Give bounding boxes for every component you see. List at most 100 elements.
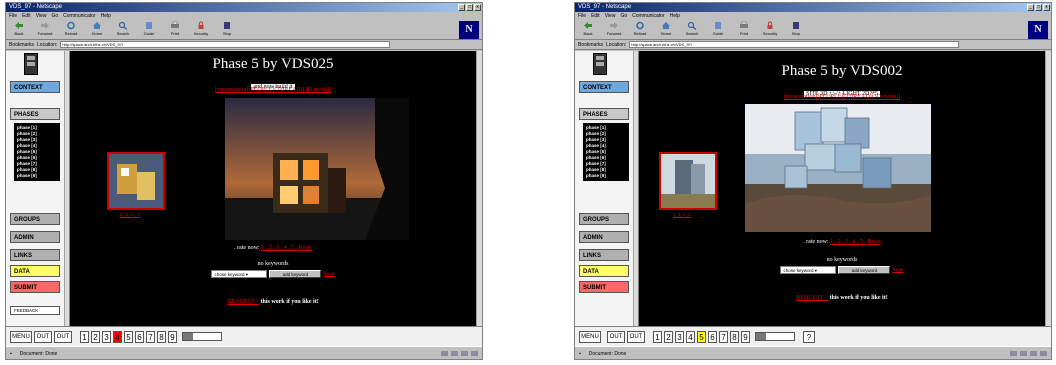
phase-number-9[interactable]: 9	[168, 330, 177, 343]
nav-links[interactable]: LINKS	[10, 249, 60, 261]
status-icon-2[interactable]	[451, 351, 458, 356]
menu-view[interactable]: View	[605, 12, 616, 20]
keyword-reset-link[interactable]: Reset	[323, 272, 334, 277]
phase-number-5[interactable]: 5	[697, 330, 706, 343]
phase-number-7[interactable]: 7	[146, 330, 155, 343]
menu-help[interactable]: Help	[101, 12, 111, 20]
security-button[interactable]: Security	[191, 21, 211, 39]
status-icon-1[interactable]	[1010, 351, 1017, 356]
request-link[interactable]: REQUEST >	[227, 299, 259, 305]
stop-button[interactable]: Stop	[786, 21, 806, 39]
nav-data[interactable]: DATA	[10, 265, 60, 277]
close-icon[interactable]: x	[1043, 4, 1050, 11]
print-button[interactable]: Print	[734, 21, 754, 39]
section-links[interactable]: [presentation][PEOPLE][THREAD][3D-model]	[70, 87, 476, 93]
phase-number-2[interactable]: 2	[91, 330, 100, 343]
nav-submit[interactable]: SUBMIT	[10, 281, 60, 293]
phase-number-8[interactable]: 8	[730, 330, 739, 343]
phase-number-4[interactable]: 4	[113, 330, 122, 343]
status-icon-4[interactable]	[1040, 351, 1047, 356]
out-button-1[interactable]: OUT	[607, 330, 625, 343]
home-button[interactable]: Home	[656, 21, 676, 39]
bookmarks-button[interactable]: Bookmarks	[578, 42, 603, 48]
help-button[interactable]: ?	[803, 330, 815, 343]
menu-edit[interactable]: Edit	[591, 12, 600, 20]
menu-go[interactable]: Go	[620, 12, 627, 20]
menu-communicator[interactable]: Communicator	[632, 12, 665, 20]
forward-button[interactable]: Forward	[604, 21, 624, 39]
main-scrollbar[interactable]	[1045, 51, 1051, 326]
bookmarks-button[interactable]: Bookmarks	[9, 42, 34, 48]
phase-number-3[interactable]: 3	[102, 330, 111, 343]
menu-file[interactable]: File	[9, 12, 17, 20]
section-links[interactable]: [presentation][PEOPLE][THREAD][3D-model]	[639, 94, 1045, 100]
title-bar[interactable]: VDS_97 - Netscape _ □ x	[6, 3, 482, 12]
menu-communicator[interactable]: Communicator	[63, 12, 96, 20]
project-thumbnail[interactable]	[107, 152, 165, 210]
stop-button[interactable]: Stop	[217, 21, 237, 39]
maximize-icon[interactable]: □	[1035, 4, 1042, 11]
search-button[interactable]: Search	[113, 21, 133, 39]
nav-links[interactable]: LINKS	[579, 249, 629, 261]
close-icon[interactable]: x	[474, 4, 481, 11]
rate-reset-link[interactable]: Reset	[299, 245, 312, 251]
menu-view[interactable]: View	[36, 12, 47, 20]
thumbnail-caption[interactable]: p_4_25_3	[120, 213, 140, 218]
project-thumbnail[interactable]	[659, 152, 717, 210]
menu-edit[interactable]: Edit	[22, 12, 31, 20]
nav-context[interactable]: CONTEXT	[10, 81, 60, 93]
status-icon-2[interactable]	[1020, 351, 1027, 356]
home-button[interactable]: Home	[87, 21, 107, 39]
reload-button[interactable]: Reload	[61, 21, 81, 39]
view-slider[interactable]	[755, 332, 795, 341]
status-icon-3[interactable]	[1030, 351, 1037, 356]
phase-link-9[interactable]: phase [9]	[17, 173, 57, 179]
nav-phases[interactable]: PHASES	[10, 108, 60, 120]
search-button[interactable]: Search	[682, 21, 702, 39]
netscape-logo[interactable]: N	[459, 21, 479, 39]
menu-button[interactable]: MENU	[579, 330, 601, 343]
maximize-icon[interactable]: □	[466, 4, 473, 11]
nav-submit[interactable]: SUBMIT	[579, 281, 629, 293]
menu-help[interactable]: Help	[670, 12, 680, 20]
keyword-select[interactable]: chose keyword ▾	[211, 270, 268, 278]
main-scrollbar[interactable]	[476, 51, 482, 326]
out-button-1[interactable]: OUT	[34, 330, 52, 343]
phase-number-3[interactable]: 3	[675, 330, 684, 343]
print-button[interactable]: Print	[165, 21, 185, 39]
status-icon-1[interactable]	[441, 351, 448, 356]
slider-handle[interactable]	[183, 333, 193, 340]
netscape-logo[interactable]: N	[1028, 21, 1048, 39]
phase-number-1[interactable]: 1	[653, 330, 662, 343]
phase-number-1[interactable]: 1	[80, 330, 89, 343]
guide-button[interactable]: Guide	[139, 21, 159, 39]
phase-number-9[interactable]: 9	[741, 330, 750, 343]
phase-number-6[interactable]: 6	[708, 330, 717, 343]
status-icon-3[interactable]	[461, 351, 468, 356]
phase-number-8[interactable]: 8	[157, 330, 166, 343]
title-bar[interactable]: VDS_97 - Netscape _ □ x	[575, 3, 1051, 12]
phase-number-5[interactable]: 5	[124, 330, 133, 343]
nav-context[interactable]: CONTEXT	[579, 81, 629, 93]
phase-number-2[interactable]: 2	[664, 330, 673, 343]
nav-phases[interactable]: PHASES	[579, 108, 629, 120]
phase-link-9[interactable]: phase [9]	[586, 173, 626, 179]
keyword-reset-link[interactable]: Reset	[892, 268, 903, 273]
menu-button[interactable]: MENU	[10, 330, 32, 343]
add-keyword-button[interactable]: add keyword	[838, 266, 891, 274]
thumbnail-caption[interactable]: p_4_2_3	[673, 213, 691, 218]
url-input[interactable]	[629, 41, 960, 48]
status-icon-4[interactable]	[471, 351, 478, 356]
nav-feedback[interactable]: FEEDBACK	[10, 306, 60, 315]
back-button[interactable]: Back	[9, 21, 29, 39]
nav-admin[interactable]: ADMIN	[10, 231, 60, 243]
request-link[interactable]: REQUEST >	[796, 295, 828, 301]
rate-options[interactable]: 1 . 2 . 3 . 4 . 5 .	[830, 239, 866, 245]
url-input[interactable]	[60, 41, 391, 48]
view-slider[interactable]	[182, 332, 222, 341]
out-button-2[interactable]: OUT	[627, 330, 645, 343]
phase-number-7[interactable]: 7	[719, 330, 728, 343]
reload-button[interactable]: Reload	[630, 21, 650, 39]
security-button[interactable]: Security	[760, 21, 780, 39]
left-scrollbar[interactable]	[64, 51, 69, 326]
